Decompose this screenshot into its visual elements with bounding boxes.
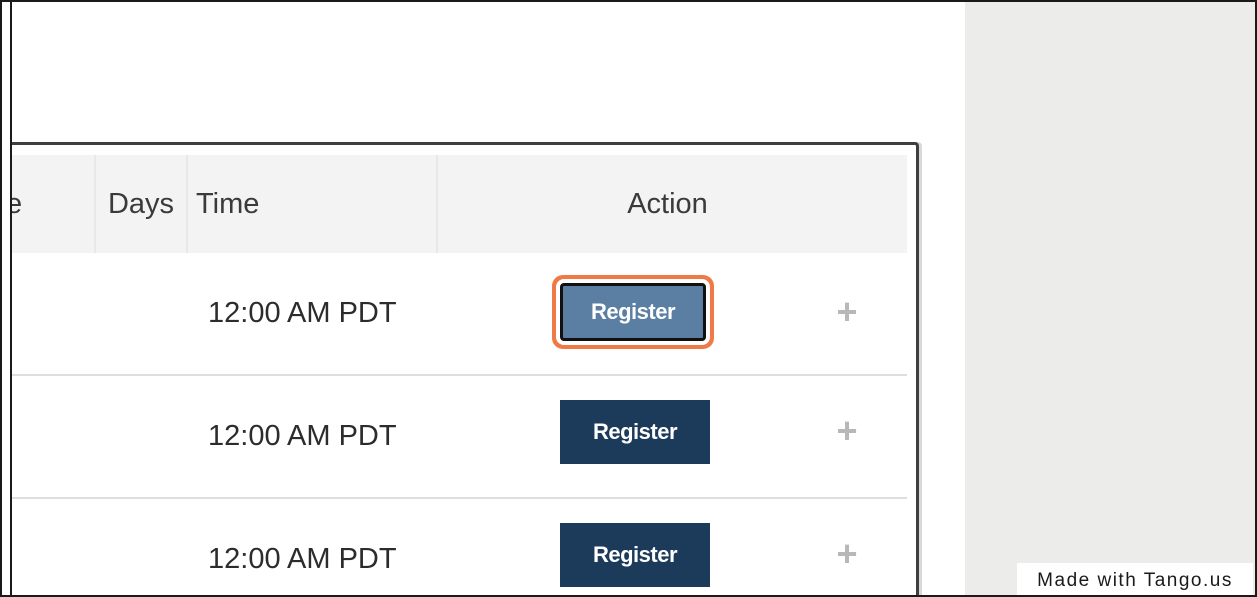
- sessions-table: e Days Time Action 12:00 AM PDT Register…: [12, 142, 919, 595]
- screenshot-frame: e Days Time Action 12:00 AM PDT Register…: [0, 0, 1257, 597]
- table-row: 12:00 AM PDT Register +: [12, 253, 907, 376]
- side-panel: Made with Tango.us: [965, 2, 1255, 595]
- column-header-partial: e: [12, 155, 96, 253]
- table-header: e Days Time Action: [12, 155, 907, 254]
- expand-plus-icon[interactable]: +: [832, 410, 862, 451]
- register-button[interactable]: Register: [560, 523, 710, 587]
- register-button[interactable]: Register: [560, 283, 706, 341]
- time-cell: 12:00 AM PDT: [208, 297, 397, 329]
- time-cell: 12:00 AM PDT: [208, 543, 397, 575]
- expand-plus-icon[interactable]: +: [832, 291, 862, 332]
- tango-watermark: Made with Tango.us: [1017, 563, 1253, 595]
- table-row: 12:00 AM PDT Register +: [12, 499, 907, 595]
- register-button[interactable]: Register: [560, 400, 710, 464]
- time-cell: 12:00 AM PDT: [208, 420, 397, 452]
- column-header-days: Days: [96, 155, 188, 253]
- column-header-action: Action: [627, 187, 708, 220]
- column-header-time: Time: [188, 155, 438, 253]
- main-content: e Days Time Action 12:00 AM PDT Register…: [10, 2, 967, 595]
- table-row: 12:00 AM PDT Register +: [12, 376, 907, 499]
- expand-plus-icon[interactable]: +: [832, 533, 862, 574]
